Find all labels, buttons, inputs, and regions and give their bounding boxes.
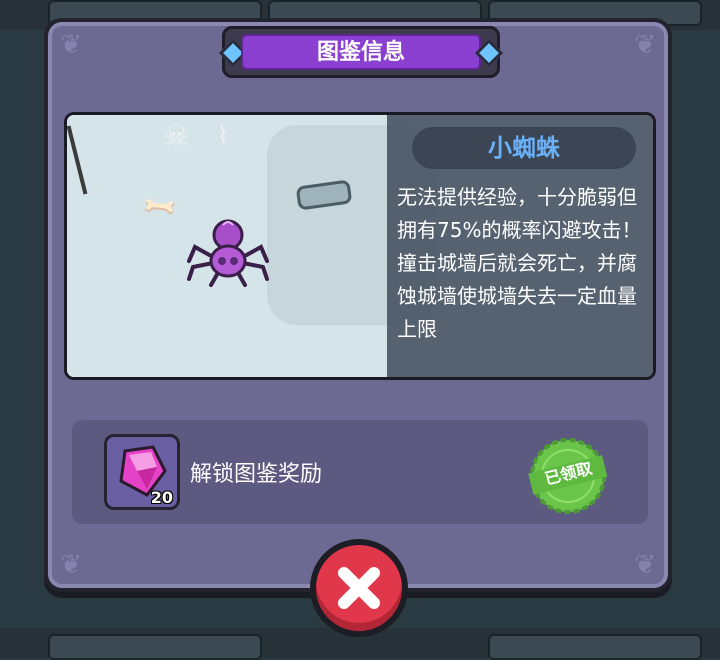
- corner-ornament-icon: ❦: [60, 550, 82, 580]
- corner-ornament-icon: ❦: [634, 550, 656, 580]
- corner-ornament-icon: ❦: [60, 30, 82, 60]
- creature-name: 小蜘蛛: [412, 127, 636, 169]
- corner-ornament-icon: ❦: [634, 30, 656, 60]
- reward-label: 解锁图鉴奖励: [190, 462, 323, 487]
- background-tab: [48, 634, 262, 660]
- reward-item-count: 20: [150, 488, 173, 507]
- reward-item-slot[interactable]: 20: [104, 434, 180, 510]
- creature-info-card: ☠ ⌇ 🦴 小蜘蛛 无法提供经验，十分脆弱但拥有75%的概率闪避攻击！撞击城墙后…: [64, 112, 656, 380]
- stick-decoration: [67, 125, 88, 195]
- close-button-face: [316, 545, 402, 631]
- close-x-icon: [338, 567, 380, 609]
- ribcage-icon: ⌇: [217, 121, 229, 149]
- creature-description: 无法提供经验，十分脆弱但拥有75%的概率闪避攻击！撞击城墙后就会死亡，并腐蚀城墙…: [397, 185, 642, 341]
- spider-icon: [187, 219, 269, 287]
- background-tab: [488, 634, 702, 660]
- dialog-title-bar: 图鉴信息: [218, 26, 504, 78]
- unlock-reward-row: 20 解锁图鉴奖励 已领取: [72, 420, 648, 524]
- dialog-title: 图鉴信息: [241, 34, 481, 70]
- bone-icon: 🦴: [139, 186, 181, 228]
- skull-icon: ☠: [163, 119, 190, 154]
- claimed-stamp: 已领取: [526, 434, 610, 518]
- creature-description-panel: 小蜘蛛 无法提供经验，十分脆弱但拥有75%的概率闪避攻击！撞击城墙后就会死亡，并…: [387, 115, 653, 377]
- close-button[interactable]: [310, 539, 408, 637]
- creature-preview-scene: ☠ ⌇ 🦴: [67, 115, 437, 377]
